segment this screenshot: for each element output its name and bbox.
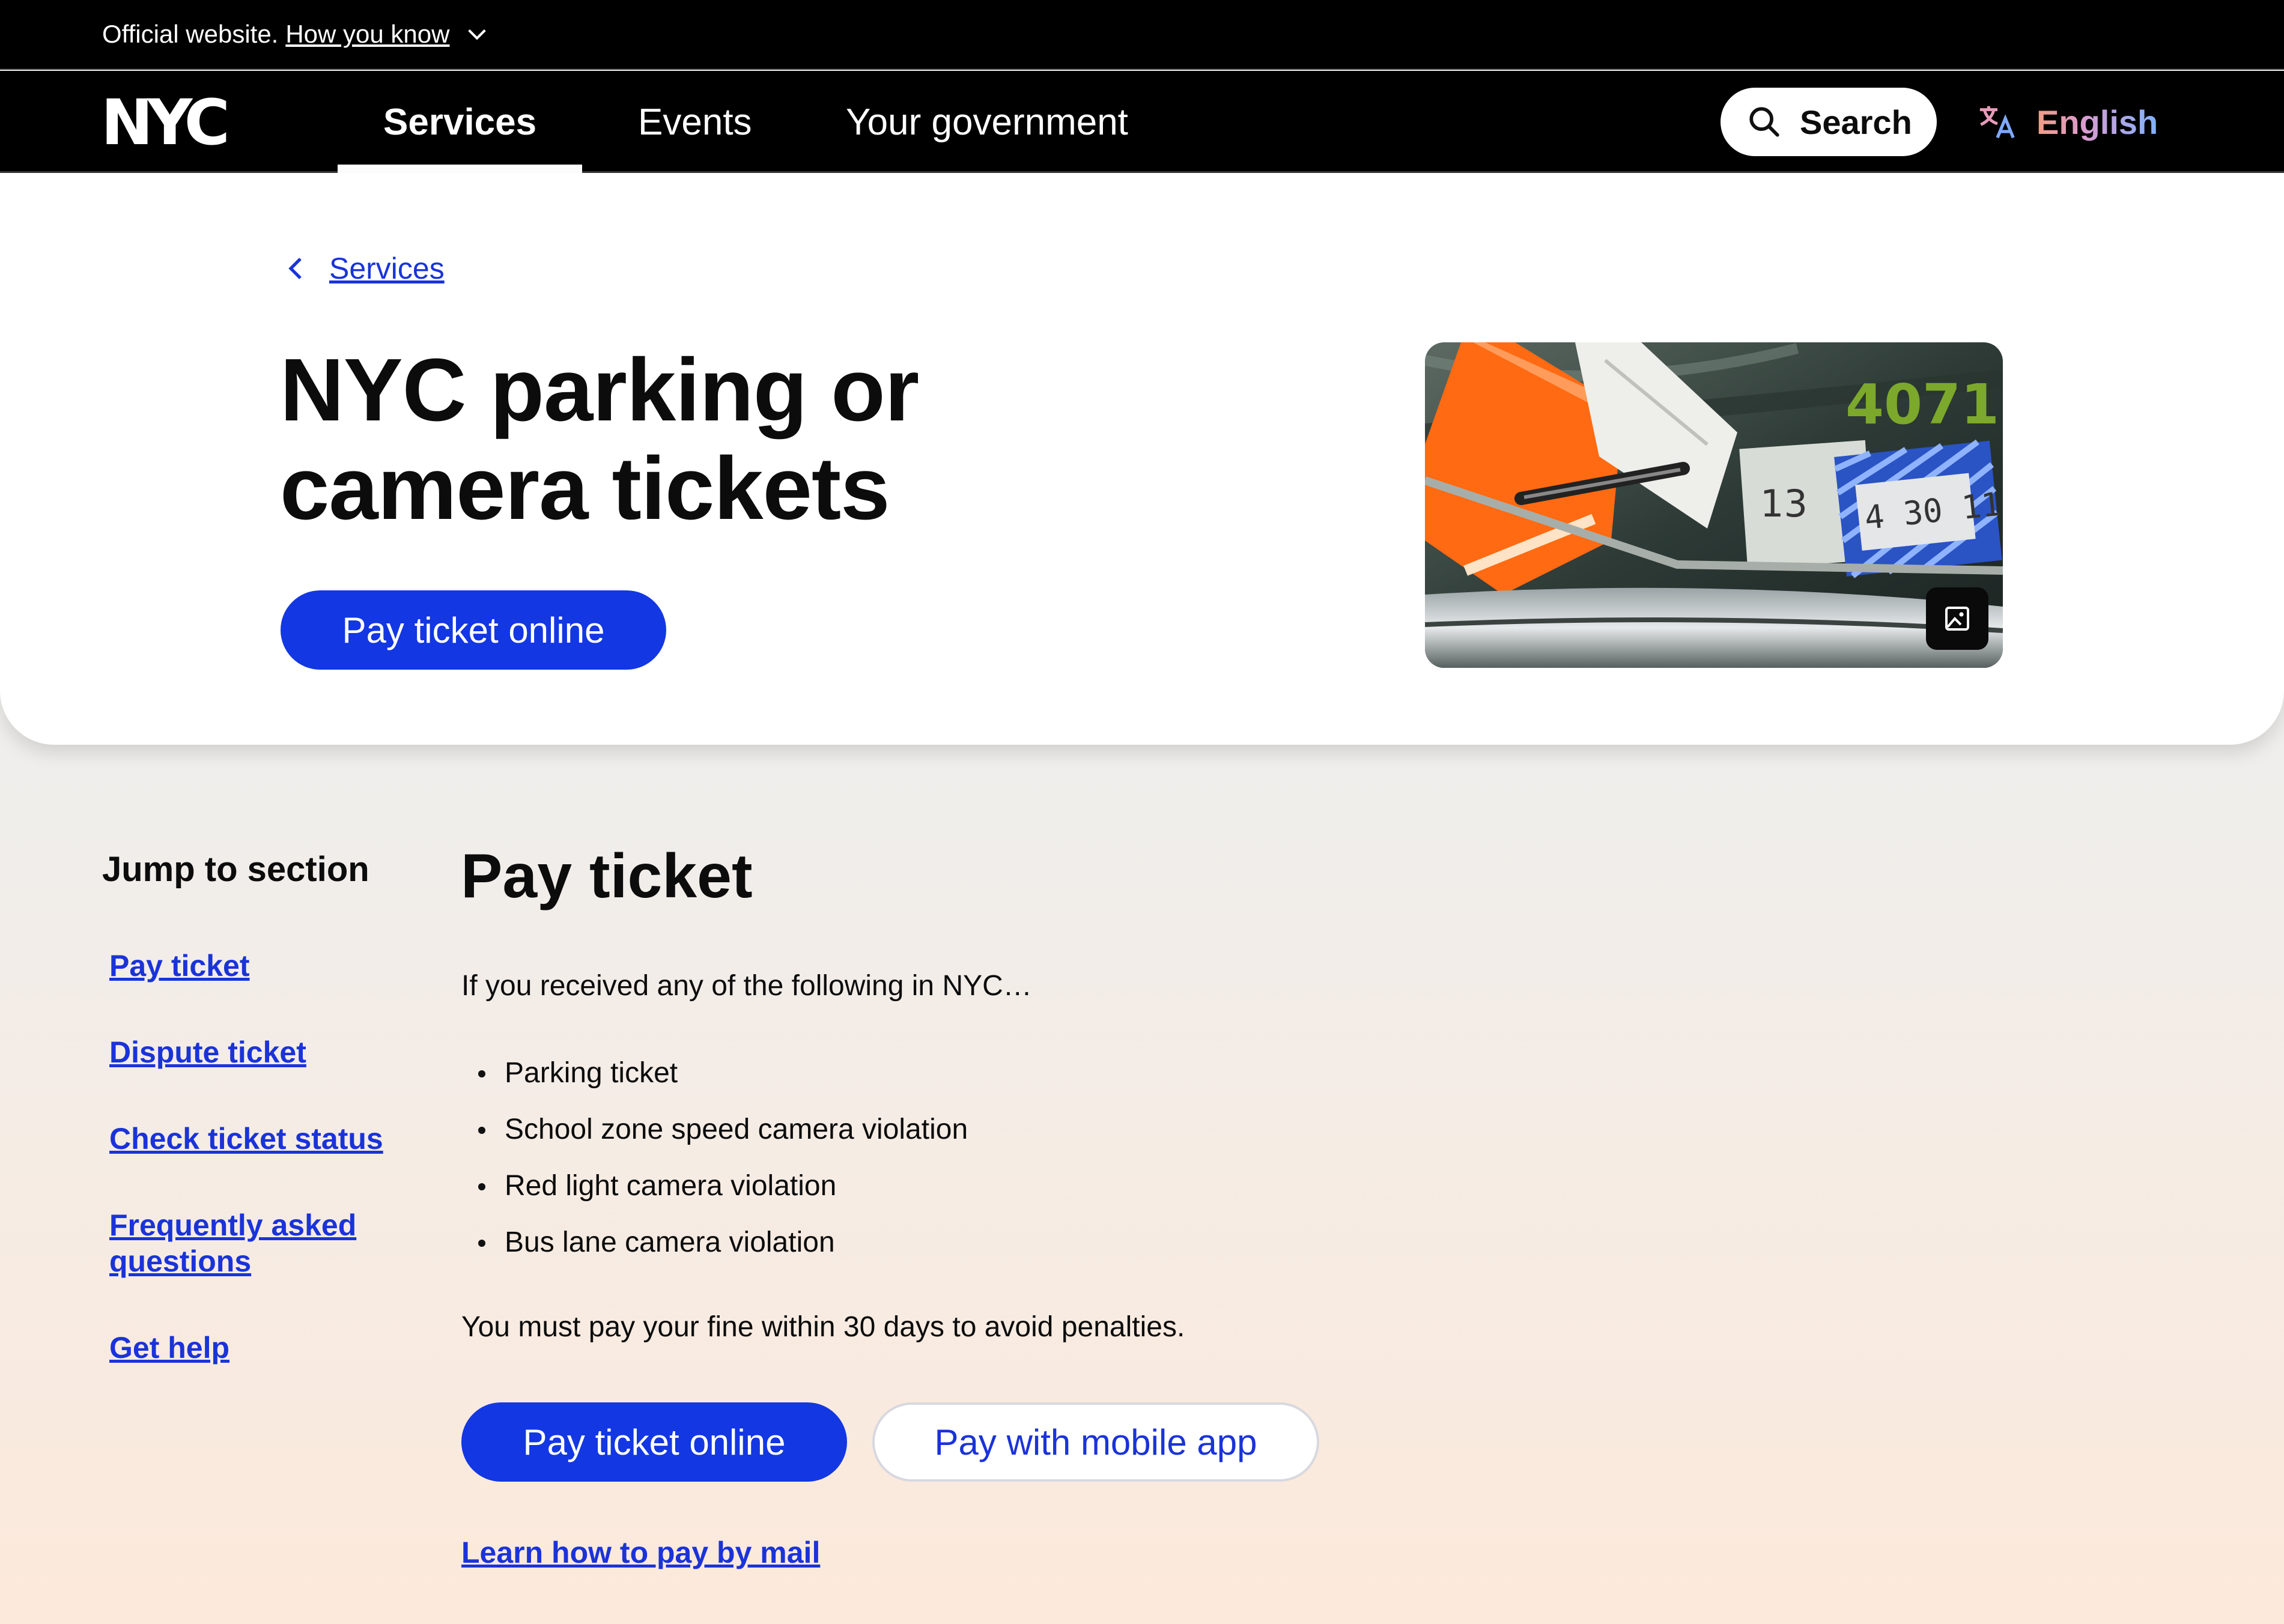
jump-link-faq[interactable]: Frequently asked questions [109,1207,374,1279]
jump-link-dispute-ticket[interactable]: Dispute ticket [109,1034,392,1070]
jump-link-get-help[interactable]: Get help [109,1330,392,1366]
image-sticker-1: 13 [1760,482,1808,526]
svg-text:NYC: NYC [101,96,226,149]
page-title: NYC parking or camera tickets [280,341,919,538]
search-button[interactable]: Search [1721,88,1937,156]
image-caption-button[interactable] [1926,587,1988,650]
language-button[interactable]: English [1976,88,2158,156]
pay-by-mail-link[interactable]: Learn how to pay by mail [461,1535,820,1570]
hero-pay-ticket-online-button[interactable]: Pay ticket online [281,590,666,670]
breadcrumb-services-link[interactable]: Services [329,251,445,286]
image-icon [1945,607,1969,631]
chevron-left-icon[interactable] [282,254,311,283]
site-header: NYC Services Events Your government Sear… [0,71,2284,173]
search-label: Search [1800,103,1912,141]
translate-icon [1979,106,2015,139]
language-label: English [2036,103,2158,141]
hero-card: Services NYC parking or camera tickets P… [0,173,2284,745]
list-item: Parking ticket [461,1053,968,1110]
parking-ticket-photo: 4071 13 4 30 11 [1425,342,2003,668]
pay-ticket-online-button[interactable]: Pay ticket online [461,1402,847,1482]
nav-services[interactable]: Services [337,71,583,173]
pay-with-mobile-app-button[interactable]: Pay with mobile app [872,1402,1319,1482]
deadline-text: You must pay your fine within 30 days to… [461,1311,1185,1343]
list-item: Bus lane camera violation [461,1223,968,1279]
how-you-know-link[interactable]: How you know [285,20,449,49]
list-item: Red light camera violation [461,1166,968,1223]
jump-to-section-heading: Jump to section [102,850,369,889]
nav-events[interactable]: Events [638,71,752,173]
violation-list: Parking ticket School zone speed camera … [461,1053,968,1279]
search-icon [1749,107,1779,137]
list-item: School zone speed camera violation [461,1110,968,1166]
chevron-down-icon[interactable] [465,22,489,46]
official-banner: Official website. How you know [0,0,2284,70]
official-website-text: Official website. [102,20,279,48]
breadcrumb: Services [282,251,445,286]
jump-link-pay-ticket[interactable]: Pay ticket [109,948,392,984]
pay-ticket-heading: Pay ticket [461,841,753,911]
image-plate-number: 4071 [1845,372,1999,437]
nav-your-government[interactable]: Your government [846,71,1128,173]
jump-link-check-status[interactable]: Check ticket status [109,1121,392,1157]
intro-text: If you received any of the following in … [461,970,1032,1002]
nyc-logo[interactable]: NYC [101,86,264,159]
